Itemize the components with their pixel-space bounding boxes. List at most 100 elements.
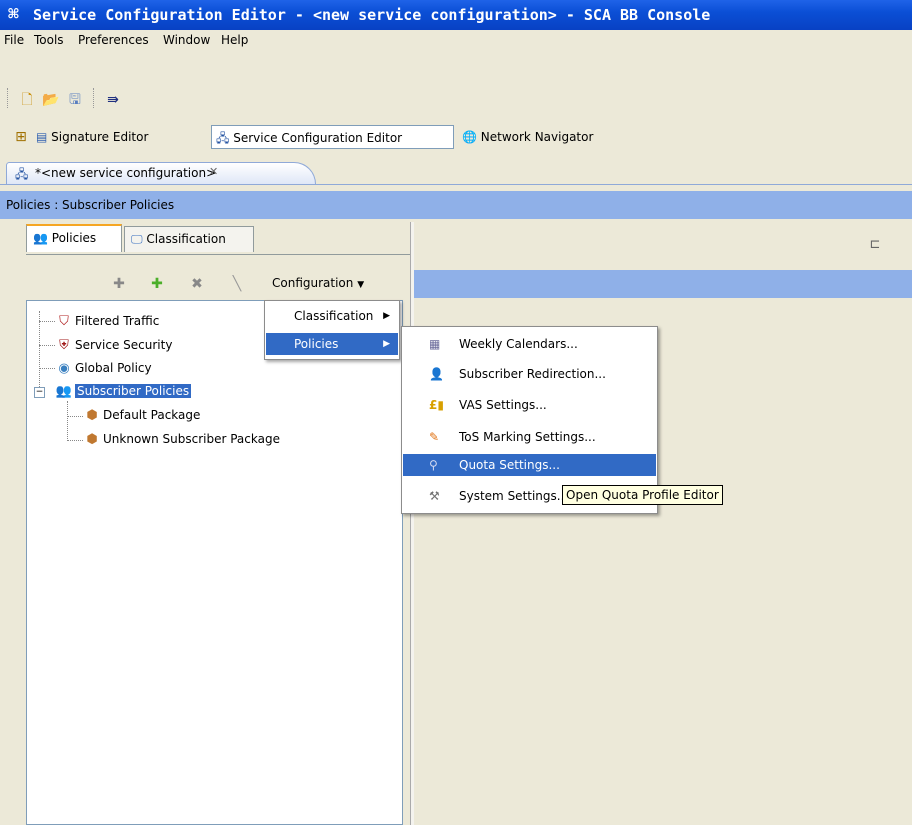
chevron-down-icon: ▼: [357, 280, 365, 290]
editor-tab-strip: 🖧 *<new service configuration> ✕: [0, 158, 912, 185]
perspective-label: Network Navigator: [480, 130, 594, 144]
close-icon[interactable]: ✕: [209, 165, 218, 178]
editor-icon: 🖧: [216, 131, 230, 145]
menu-file[interactable]: File: [4, 33, 24, 47]
app-logo-icon: ⌘: [8, 4, 19, 25]
tree-connector: [39, 368, 55, 369]
tree-item-unknown-subscriber-package[interactable]: ⬢ Unknown Subscriber Package: [83, 429, 280, 449]
package-icon: ⬢: [86, 431, 98, 447]
perspective-bar: ⊞ ▤ Signature Editor 🖧 Service Configura…: [0, 122, 912, 152]
menu-tools[interactable]: Tools: [34, 33, 64, 47]
configuration-label: Configuration: [272, 276, 354, 290]
breadcrumb: Policies : Subscriber Policies: [0, 191, 912, 219]
menu-item-label: Classification: [294, 309, 374, 323]
menu-item-subscriber-redirection[interactable]: 👤 Subscriber Redirection...: [403, 363, 656, 385]
main-toolbar: 🗋 📂 🖫 ⇛: [0, 50, 912, 120]
forward-arrow-icon[interactable]: ⇛: [104, 91, 122, 109]
shield-icon: ⛨: [59, 337, 69, 353]
tree-connector: [67, 416, 83, 417]
tab-divider: [26, 254, 410, 255]
tree-connector: [67, 401, 68, 441]
tab-label: Classification: [146, 232, 226, 246]
menu-item-policies[interactable]: Policies ▶: [266, 333, 398, 355]
users-icon: 👥: [33, 231, 48, 245]
tree-connector: [39, 311, 40, 393]
panel-divider[interactable]: [410, 222, 414, 825]
toolbar-grip: [7, 88, 10, 108]
editor-tab[interactable]: 🖧 *<new service configuration> ✕: [6, 162, 316, 184]
redirect-icon: 👤: [429, 367, 444, 381]
marker-icon: ✎: [429, 430, 440, 444]
perspective-service-configuration-editor[interactable]: 🖧 Service Configuration Editor: [211, 125, 454, 149]
tree-item-label: Default Package: [103, 408, 201, 422]
collapse-toggle[interactable]: −: [34, 387, 45, 398]
open-folder-icon[interactable]: 📂: [42, 91, 60, 109]
tree-item-label: Filtered Traffic: [75, 314, 160, 328]
tree-item-label: Unknown Subscriber Package: [103, 432, 280, 446]
tree-item-label: Service Security: [75, 338, 173, 352]
globe-icon: 🌐: [462, 130, 477, 144]
add-disabled-icon[interactable]: ✚: [110, 275, 128, 293]
menu-item-tos-marking-settings[interactable]: ✎ ToS Marking Settings...: [403, 426, 656, 448]
menu-preferences[interactable]: Preferences: [78, 33, 149, 47]
toolbar-separator: [93, 88, 96, 108]
users-icon: 👥: [55, 383, 73, 399]
save-icon[interactable]: 🖫: [66, 91, 84, 109]
menu-item-label: VAS Settings...: [459, 398, 547, 412]
tree-item-service-security[interactable]: ⛨ Service Security: [55, 335, 172, 355]
menu-item-classification[interactable]: Classification ▶: [266, 305, 398, 327]
menu-item-vas-settings[interactable]: £▮ VAS Settings...: [403, 394, 656, 416]
tree-connector: [39, 345, 55, 346]
tree-item-global-policy[interactable]: ◉ Global Policy: [55, 358, 152, 378]
menu-item-label: Quota Settings...: [459, 458, 560, 472]
tab-label: Policies: [51, 231, 97, 245]
menu-window[interactable]: Window: [163, 33, 210, 47]
perspective-label: Signature Editor: [51, 130, 149, 144]
package-icon: ⬢: [86, 407, 98, 423]
open-perspective-icon[interactable]: ⊞: [12, 128, 30, 146]
window-title: Service Configuration Editor - <new serv…: [33, 6, 711, 24]
menu-item-label: Weekly Calendars...: [459, 337, 578, 351]
submenu-arrow-icon: ▶: [383, 339, 390, 349]
tree-item-subscriber-policies[interactable]: 👥 Subscriber Policies: [55, 381, 192, 401]
configuration-menu: Classification ▶ Policies ▶: [264, 300, 400, 360]
menu-item-label: Subscriber Redirection...: [459, 367, 606, 381]
tree-item-label: Global Policy: [75, 361, 152, 375]
tree-item-filtered-traffic[interactable]: ⛉ Filtered Traffic: [55, 311, 159, 331]
submenu-arrow-icon: ▶: [383, 311, 390, 321]
filter-icon: ⛉: [59, 313, 69, 329]
tree-item-label: Subscriber Policies: [75, 384, 192, 398]
new-file-icon[interactable]: 🗋: [18, 91, 36, 109]
title-bar: ⌘ Service Configuration Editor - <new se…: [0, 0, 912, 30]
tooltip: Open Quota Profile Editor: [562, 485, 723, 505]
menu-item-weekly-calendars[interactable]: ▦ Weekly Calendars...: [403, 333, 656, 355]
quota-icon: ⚲: [429, 458, 438, 472]
tree-connector: [67, 440, 83, 441]
right-header-bar: [414, 270, 912, 298]
monitor-icon: 🖵: [131, 232, 143, 246]
edit-icon[interactable]: ╲: [228, 275, 246, 293]
tree-view-icon[interactable]: ⊏: [866, 236, 884, 254]
menu-item-label: Policies: [294, 337, 339, 351]
tree-connector: [39, 321, 55, 322]
perspective-network-navigator[interactable]: 🌐 Network Navigator: [462, 125, 593, 149]
tab-classification[interactable]: 🖵 Classification: [124, 226, 254, 252]
add-icon[interactable]: ✚: [148, 275, 166, 293]
calendar-icon: ▦: [429, 337, 441, 351]
menu-item-quota-settings[interactable]: ⚲ Quota Settings...: [403, 454, 656, 476]
perspective-signature-editor[interactable]: ▤ Signature Editor: [36, 125, 148, 149]
right-panel: ⊏: [414, 222, 912, 825]
tree-item-default-package[interactable]: ⬢ Default Package: [83, 405, 200, 425]
global-policy-icon: ◉: [58, 360, 70, 376]
tools-icon: ⚒: [429, 489, 440, 503]
breadcrumb-text: Policies : Subscriber Policies: [6, 198, 175, 212]
policy-tree: − ⛉ Filtered Traffic ⛨ Service Security ◉ G…: [26, 300, 403, 825]
configuration-dropdown[interactable]: Configuration ▼: [272, 276, 364, 290]
delete-icon[interactable]: ✖: [188, 275, 206, 293]
menu-item-label: ToS Marking Settings...: [459, 430, 596, 444]
tab-policies[interactable]: 👥 Policies: [26, 224, 122, 252]
menu-item-label: System Settings...: [459, 489, 569, 503]
menu-help[interactable]: Help: [221, 33, 248, 47]
editor-tab-label: *<new service configuration>: [35, 166, 217, 180]
document-icon: ▤: [36, 130, 48, 144]
